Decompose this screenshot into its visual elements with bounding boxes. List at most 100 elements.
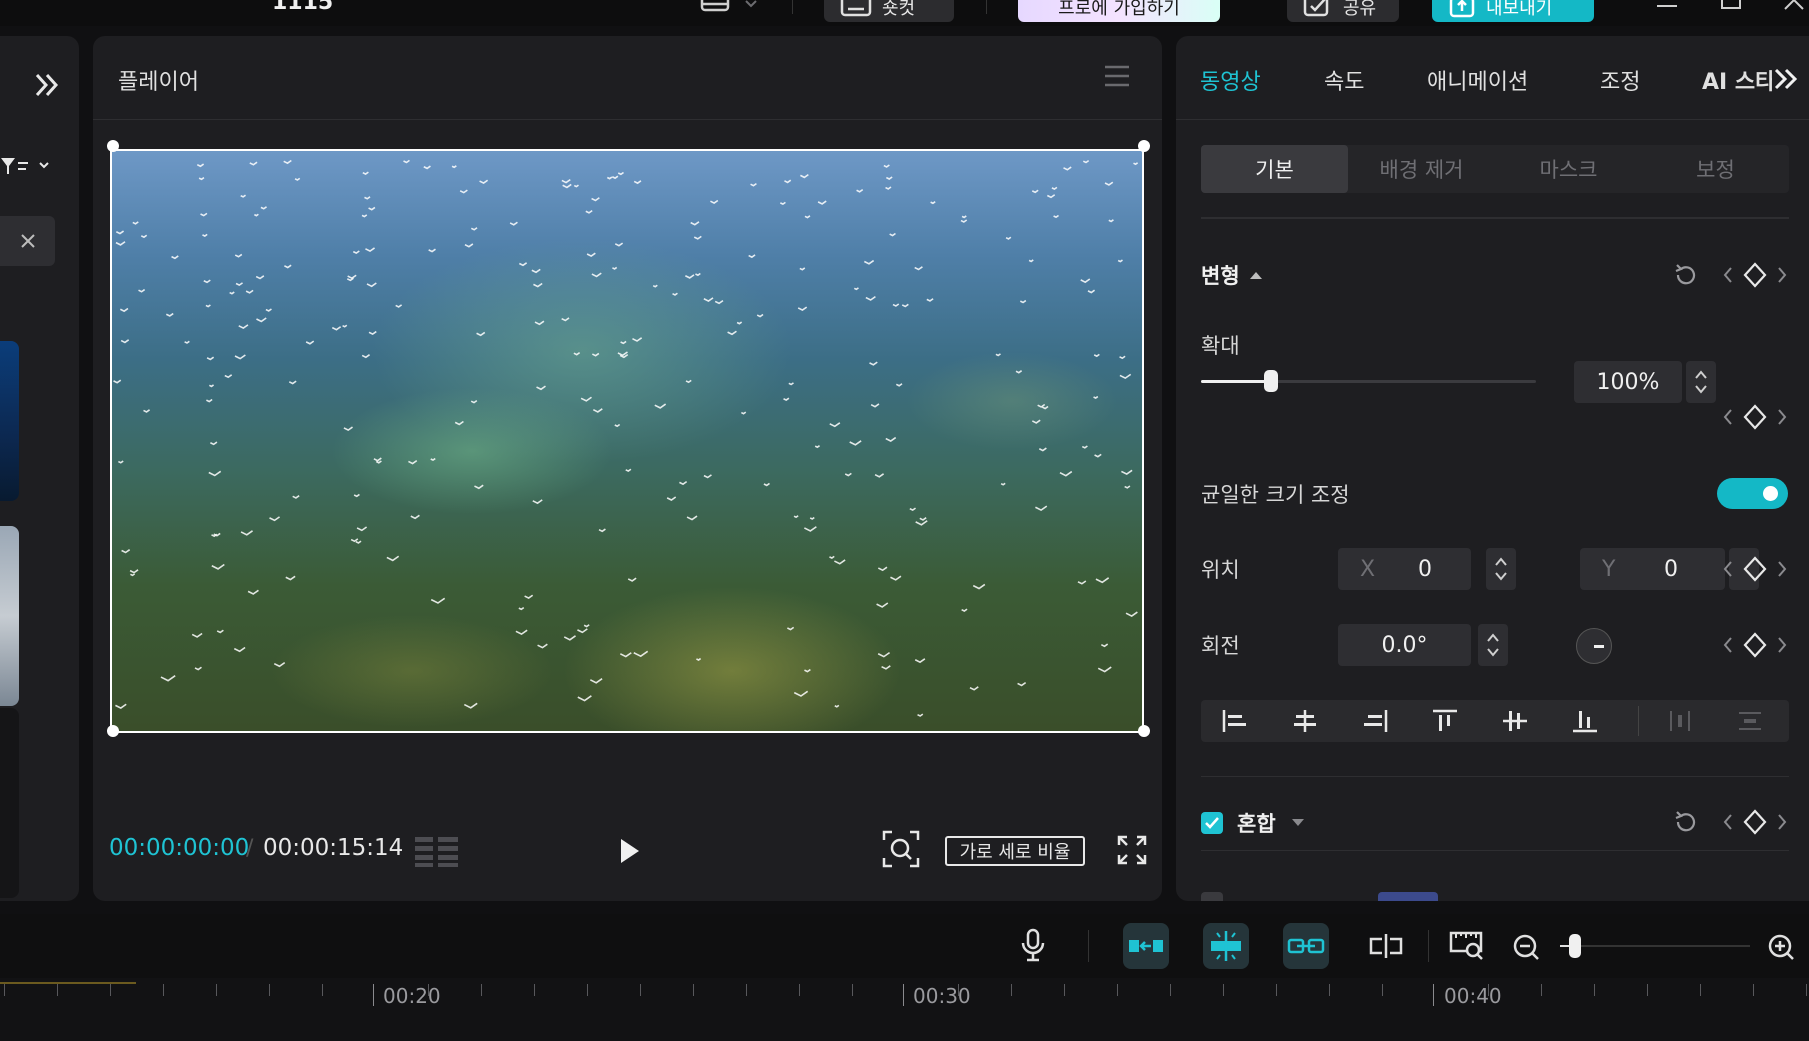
rotation-value: 0.0° (1381, 632, 1428, 658)
timeline-zoom-fit-icon[interactable] (1449, 930, 1485, 962)
divider (792, 0, 793, 14)
divider (1638, 706, 1639, 736)
link-icon (1287, 938, 1325, 954)
ruler-tick (57, 984, 58, 996)
close-icon[interactable] (1782, 0, 1806, 12)
pro-signup-button[interactable]: 프로에 가입하기 (1018, 0, 1220, 22)
video-preview[interactable] (110, 149, 1144, 733)
media-thumbnail[interactable] (0, 341, 19, 501)
pro-signup-label: 프로에 가입하기 (1058, 0, 1180, 19)
subtab-mask[interactable]: 마스크 (1495, 145, 1642, 193)
zoom-fit-icon[interactable] (882, 830, 920, 868)
subtab-remove-bg[interactable]: 배경 제거 (1348, 145, 1495, 193)
export-button[interactable]: 내보내기 (1432, 0, 1594, 22)
linkage-button[interactable] (1283, 923, 1329, 969)
position-x-stepper[interactable] (1486, 548, 1516, 590)
position-x-field[interactable]: X 0 (1338, 548, 1471, 590)
fullscreen-icon[interactable] (1117, 835, 1147, 865)
x-value: 0 (1418, 556, 1432, 582)
aspect-ratio-button[interactable]: 가로 세로 비율 (945, 836, 1085, 866)
scale-slider[interactable] (1201, 370, 1536, 392)
reset-icon[interactable] (1672, 261, 1700, 289)
chevron-up-icon (1249, 272, 1262, 279)
timeline-ruler[interactable]: 00:20 00:30 00:40 (0, 978, 1809, 1041)
tab-ai-style[interactable]: AI 스타일 (1702, 64, 1772, 96)
ruler-tick (1700, 984, 1701, 996)
rotation-field[interactable]: 0.0° (1338, 624, 1471, 666)
align-bottom-icon[interactable] (1571, 708, 1599, 734)
tab-video[interactable]: 동영상 (1200, 64, 1261, 96)
keyframe-controls[interactable] (1721, 402, 1791, 432)
blend-checkbox[interactable] (1201, 812, 1223, 834)
zoom-out-icon[interactable] (1512, 933, 1540, 961)
maximize-icon[interactable] (1720, 0, 1742, 12)
align-center-v-icon[interactable] (1501, 708, 1529, 734)
distribute-vertical-icon[interactable] (1736, 708, 1764, 734)
keyframe-controls[interactable] (1721, 260, 1791, 290)
tab-adjust[interactable]: 조정 (1600, 64, 1640, 96)
keyframe-controls[interactable] (1721, 630, 1791, 660)
expand-panel-icon[interactable] (32, 70, 62, 100)
shortcut-button[interactable]: 숏컷 (824, 0, 954, 22)
timecode-format-icon[interactable] (414, 835, 460, 869)
scale-slider-thumb[interactable] (1264, 370, 1279, 392)
subtab-label: 배경 제거 (1379, 158, 1464, 182)
subtab-correction[interactable]: 보정 (1642, 145, 1789, 193)
layout-menu[interactable] (700, 0, 758, 14)
scale-stepper[interactable] (1686, 361, 1716, 403)
video-frame-content (113, 159, 1139, 717)
media-thumbnail[interactable] (0, 708, 19, 898)
tab-animation[interactable]: 애니메이션 (1427, 64, 1528, 96)
ruler-tick (693, 984, 694, 996)
more-tabs-icon[interactable] (1772, 66, 1802, 92)
resize-handle-top-left[interactable] (107, 140, 119, 152)
transform-section-header[interactable]: 변형 (1201, 260, 1264, 290)
timeline-zoom-slider[interactable] (1560, 934, 1750, 958)
ruler-major-tick (903, 984, 904, 1006)
scale-value-field[interactable]: 100% (1574, 361, 1682, 403)
sort-filter-button[interactable] (0, 154, 50, 178)
ruler-tick (746, 984, 747, 996)
reset-icon[interactable] (1672, 808, 1700, 836)
auto-snap-button[interactable] (1203, 923, 1249, 969)
ruler-label: 00:40 (1444, 984, 1502, 1008)
clear-filter-button[interactable] (0, 216, 55, 266)
rotation-stepper[interactable] (1478, 624, 1508, 666)
uniform-scale-toggle[interactable] (1717, 478, 1788, 509)
main-track-magnet-button[interactable] (1123, 923, 1169, 969)
align-top-icon[interactable] (1431, 708, 1459, 734)
resize-handle-top-right[interactable] (1138, 140, 1150, 152)
align-center-h-icon[interactable] (1291, 708, 1319, 734)
rotation-dial[interactable] (1576, 628, 1612, 664)
subtab-basic[interactable]: 기본 (1201, 145, 1348, 193)
keyframe-controls[interactable] (1721, 807, 1791, 837)
share-button[interactable]: 공유 (1287, 0, 1399, 22)
stepper-icon (1495, 557, 1507, 581)
preview-axis-button[interactable] (1363, 923, 1409, 969)
position-y-field[interactable]: Y 0 (1580, 548, 1725, 590)
menu-icon[interactable] (1103, 64, 1131, 88)
export-icon (1449, 0, 1475, 18)
minimize-icon[interactable] (1655, 2, 1679, 12)
distribute-horizontal-icon[interactable] (1666, 708, 1694, 734)
x-axis-label: X (1360, 556, 1376, 582)
ruler-tick (1647, 984, 1648, 996)
timeline-zoom-thumb[interactable] (1569, 934, 1582, 958)
magnet-link-icon (1129, 940, 1163, 952)
project-name[interactable]: 1115 (272, 0, 333, 15)
blend-section-header[interactable]: 혼합 (1201, 808, 1306, 838)
aspect-ratio-label: 가로 세로 비율 (959, 842, 1071, 863)
keyframe-controls[interactable] (1721, 554, 1791, 584)
resize-handle-bottom-right[interactable] (1138, 725, 1150, 737)
layout-icon (700, 0, 730, 12)
play-icon[interactable] (617, 836, 643, 866)
microphone-icon[interactable] (1020, 928, 1046, 964)
next-section-checkbox[interactable] (1201, 892, 1223, 901)
resize-handle-bottom-left[interactable] (107, 725, 119, 737)
media-thumbnail[interactable] (0, 526, 19, 706)
zoom-in-icon[interactable] (1767, 933, 1795, 961)
tab-speed[interactable]: 속도 (1324, 64, 1364, 96)
ruler-tick (1117, 984, 1118, 996)
align-left-icon[interactable] (1221, 708, 1249, 734)
align-right-icon[interactable] (1361, 708, 1389, 734)
